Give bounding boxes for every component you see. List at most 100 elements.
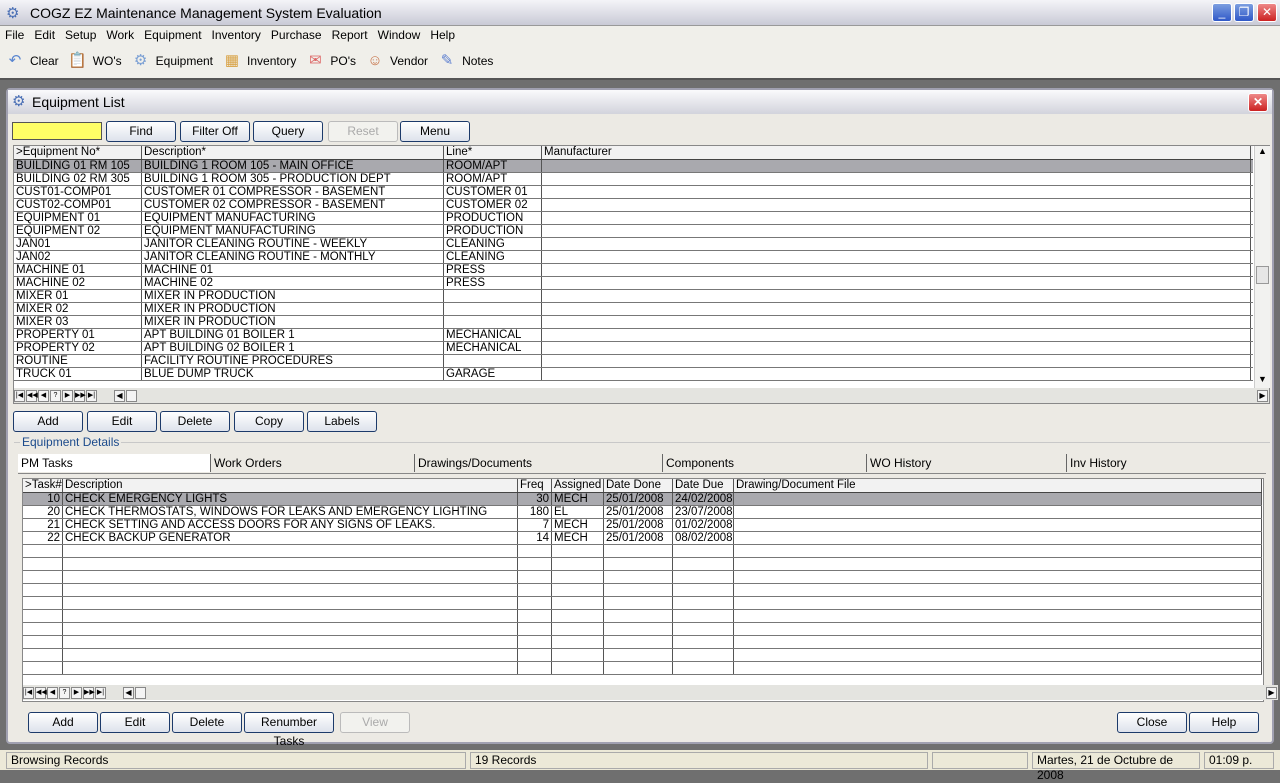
- table-row[interactable]: EQUIPMENT 01 EQUIPMENT MANUFACTURING PRODU…: [14, 212, 1253, 225]
- toolbar-vendor-button[interactable]: ☺ Vendor: [360, 44, 432, 78]
- table-row[interactable]: [23, 610, 1262, 623]
- find-record-button[interactable]: ?: [50, 389, 61, 402]
- table-row[interactable]: [23, 571, 1262, 584]
- help-button[interactable]: Help: [1189, 712, 1259, 733]
- scroll-left-icon[interactable]: ◀: [123, 686, 134, 699]
- table-row[interactable]: [23, 623, 1262, 636]
- table-row[interactable]: MACHINE 01 MACHINE 01 PRESS: [14, 264, 1253, 277]
- view-button[interactable]: View: [340, 712, 410, 733]
- column-header-assigned[interactable]: Assigned: [552, 479, 604, 492]
- menu-window[interactable]: Window: [373, 26, 426, 42]
- scroll-up-icon[interactable]: ▲: [1255, 146, 1270, 160]
- find-button[interactable]: Find: [106, 121, 176, 142]
- column-header-line[interactable]: Line*: [444, 146, 542, 159]
- edit-button[interactable]: Edit: [100, 712, 170, 733]
- table-row[interactable]: [23, 597, 1262, 610]
- edit-button[interactable]: Edit: [87, 411, 157, 432]
- scroll-down-icon[interactable]: ▼: [1255, 374, 1270, 388]
- tab-pm-tasks[interactable]: PM Tasks: [18, 454, 210, 472]
- table-row[interactable]: TRUCK 01 BLUE DUMP TRUCK GARAGE: [14, 368, 1253, 381]
- toolbar-clear-button[interactable]: ↶ Clear: [0, 44, 63, 78]
- next-record-button[interactable]: ▶: [62, 389, 73, 402]
- horizontal-scroll-thumb[interactable]: [135, 686, 146, 699]
- table-row[interactable]: 21 CHECK SETTING AND ACCESS DOORS FOR ANY…: [23, 519, 1262, 532]
- table-row[interactable]: MIXER 02 MIXER IN PRODUCTION: [14, 303, 1253, 316]
- scroll-right-icon[interactable]: ▶: [1257, 389, 1268, 402]
- table-row[interactable]: MACHINE 02 MACHINE 02 PRESS: [14, 277, 1253, 290]
- menu-file[interactable]: File: [0, 26, 29, 42]
- column-header-equipment-no[interactable]: >Equipment No*: [14, 146, 142, 159]
- add-button[interactable]: Add: [28, 712, 98, 733]
- menu-purchase[interactable]: Purchase: [266, 26, 327, 42]
- table-row[interactable]: MIXER 03 MIXER IN PRODUCTION: [14, 316, 1253, 329]
- renumber-tasks-button[interactable]: Renumber Tasks: [244, 712, 334, 748]
- prev-page-record-button[interactable]: ◀◀: [26, 389, 38, 402]
- toolbar-equipment-button[interactable]: ⚙ Equipment: [126, 44, 217, 78]
- column-header-task[interactable]: >Task#: [23, 479, 63, 492]
- close-app-button[interactable]: ✕: [1257, 3, 1277, 22]
- table-row[interactable]: [23, 545, 1262, 558]
- table-row[interactable]: JAN02 JANITOR CLEANING ROUTINE - MONTHLY C…: [14, 251, 1253, 264]
- menu-report[interactable]: Report: [327, 26, 373, 42]
- next-record-button[interactable]: ▶: [71, 686, 82, 699]
- column-header-date-due[interactable]: Date Due: [673, 479, 734, 492]
- tab-drawings-documents[interactable]: Drawings/Documents: [414, 454, 662, 472]
- table-row[interactable]: 10 CHECK EMERGENCY LIGHTS 30 MECH 25/01/2008…: [23, 493, 1262, 506]
- find-record-button[interactable]: ?: [59, 686, 70, 699]
- next-page-record-button[interactable]: ▶▶: [83, 686, 95, 699]
- table-row[interactable]: JAN01 JANITOR CLEANING ROUTINE - WEEKLY CL…: [14, 238, 1253, 251]
- menu-work[interactable]: Work: [101, 26, 139, 42]
- column-header-manufacturer[interactable]: Manufacturer: [542, 146, 1251, 159]
- table-row[interactable]: [23, 558, 1262, 571]
- table-row[interactable]: MIXER 01 MIXER IN PRODUCTION: [14, 290, 1253, 303]
- column-header-date-done[interactable]: Date Done: [604, 479, 673, 492]
- toolbar-inventory-button[interactable]: ▦ Inventory: [217, 44, 300, 78]
- table-row[interactable]: [23, 584, 1262, 597]
- table-row[interactable]: CUST01-COMP01 CUSTOMER 01 COMPRESSOR - BA…: [14, 186, 1253, 199]
- first-record-button[interactable]: |◀: [14, 389, 25, 402]
- scroll-left-icon[interactable]: ◀: [114, 389, 125, 402]
- minimize-button[interactable]: _: [1212, 3, 1232, 22]
- next-page-record-button[interactable]: ▶▶: [74, 389, 86, 402]
- table-row[interactable]: CUST02-COMP01 CUSTOMER 02 COMPRESSOR - BA…: [14, 199, 1253, 212]
- tab-wo-history[interactable]: WO History: [866, 454, 1066, 472]
- column-header-description[interactable]: Description: [63, 479, 518, 492]
- table-row[interactable]: PROPERTY 02 APT BUILDING 02 BOILER 1 MECHA…: [14, 342, 1253, 355]
- column-header-freq[interactable]: Freq: [518, 479, 552, 492]
- table-row[interactable]: [23, 649, 1262, 662]
- close-button[interactable]: Close: [1117, 712, 1187, 733]
- maximize-button[interactable]: ❐: [1234, 3, 1254, 22]
- horizontal-scroll-thumb[interactable]: [126, 389, 137, 402]
- tab-inv-history[interactable]: Inv History: [1066, 454, 1266, 472]
- menu-button[interactable]: Menu: [400, 121, 470, 142]
- delete-button[interactable]: Delete: [172, 712, 242, 733]
- table-row[interactable]: [23, 662, 1262, 675]
- scroll-thumb[interactable]: [1256, 266, 1269, 284]
- table-row[interactable]: 20 CHECK THERMOSTATS, WINDOWS FOR LEAKS A…: [23, 506, 1262, 519]
- close-window-button[interactable]: ✕: [1248, 93, 1268, 112]
- table-row[interactable]: ROUTINE FACILITY ROUTINE PROCEDURES: [14, 355, 1253, 368]
- menu-equipment[interactable]: Equipment: [139, 26, 206, 42]
- filter-off-button[interactable]: Filter Off: [180, 121, 250, 142]
- last-record-button[interactable]: ▶|: [95, 686, 106, 699]
- first-record-button[interactable]: |◀: [23, 686, 34, 699]
- vertical-scrollbar[interactable]: ▲ ▼: [1254, 146, 1270, 388]
- copy-button[interactable]: Copy: [234, 411, 304, 432]
- table-row[interactable]: BUILDING 02 RM 305 BUILDING 1 ROOM 305 - …: [14, 173, 1253, 186]
- toolbar-notes-button[interactable]: ✎ Notes: [432, 44, 497, 78]
- delete-button[interactable]: Delete: [160, 411, 230, 432]
- tab-work-orders[interactable]: Work Orders: [210, 454, 414, 472]
- search-input[interactable]: [12, 122, 102, 140]
- table-row[interactable]: BUILDING 01 RM 105 BUILDING 1 ROOM 105 - …: [14, 160, 1253, 173]
- table-row[interactable]: 22 CHECK BACKUP GENERATOR 14 MECH 25/01/2008…: [23, 532, 1262, 545]
- menu-setup[interactable]: Setup: [60, 26, 101, 42]
- prev-record-button[interactable]: ◀: [47, 686, 58, 699]
- add-button[interactable]: Add: [13, 411, 83, 432]
- prev-record-button[interactable]: ◀: [38, 389, 49, 402]
- toolbar-po-s-button[interactable]: ✉ PO's: [300, 44, 360, 78]
- labels-button[interactable]: Labels: [307, 411, 377, 432]
- prev-page-record-button[interactable]: ◀◀: [35, 686, 47, 699]
- last-record-button[interactable]: ▶|: [86, 389, 97, 402]
- column-header-description[interactable]: Description*: [142, 146, 444, 159]
- toolbar-wo-s-button[interactable]: 📋 WO's: [63, 44, 126, 78]
